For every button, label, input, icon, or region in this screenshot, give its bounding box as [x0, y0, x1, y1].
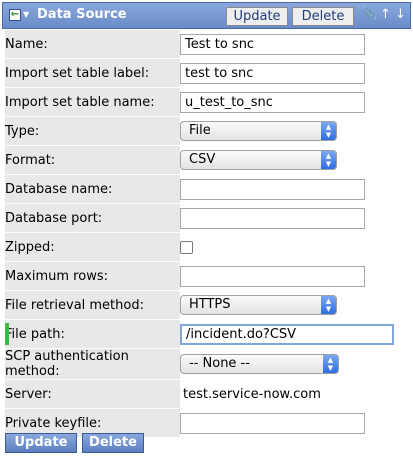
form-row-database-name: Database name:: [5, 174, 407, 204]
import-set-table-name-label: Import set table name:: [5, 94, 155, 110]
form-row-database-port: Database port:: [5, 203, 407, 233]
form-row-scp-authentication-method: SCP authentication method: -- None -- ▲ ▼: [5, 348, 407, 380]
select-arrows-icon: ▲ ▼: [323, 355, 338, 373]
format-select-value: CSV: [189, 152, 216, 167]
private-keyfile-label: Private keyfile:: [5, 415, 102, 431]
server-value: test.service-now.com: [183, 386, 321, 402]
select-arrows-icon: ▲ ▼: [321, 122, 336, 140]
form-title: Data Source: [37, 7, 127, 22]
type-select[interactable]: File ▲ ▼: [180, 121, 337, 141]
back-arrow-icon[interactable]: ←: [9, 9, 21, 21]
form-row-name: Name:: [5, 30, 407, 59]
scp-authentication-method-select-value: -- None --: [189, 356, 250, 371]
form-row-zipped: Zipped:: [5, 232, 407, 262]
select-arrows-icon: ▲ ▼: [321, 296, 336, 314]
server-label: Server:: [5, 386, 52, 402]
private-keyfile-input[interactable]: [180, 412, 365, 434]
scp-authentication-method-label: SCP authentication method:: [5, 349, 129, 379]
import-set-table-label-input[interactable]: [180, 62, 365, 84]
file-retrieval-method-select[interactable]: HTTPS ▲ ▼: [180, 295, 337, 315]
form-row-file-retrieval-method: File retrieval method: HTTPS ▲ ▼: [5, 290, 407, 320]
mandatory-indicator: [5, 323, 9, 345]
next-record-arrow-icon[interactable]: ↓: [395, 7, 406, 23]
import-set-table-label-label: Import set table label:: [5, 65, 150, 81]
form-row-maximum-rows: Maximum rows:: [5, 261, 407, 291]
context-menu-caret-icon[interactable]: ▼: [23, 9, 33, 21]
data-source-form: Name: Import set table label: Import set…: [5, 30, 407, 438]
file-path-label: File path:: [5, 326, 65, 342]
select-arrows-icon: ▲ ▼: [321, 151, 336, 169]
footer-update-button[interactable]: Update: [5, 433, 77, 453]
file-retrieval-method-select-value: HTTPS: [189, 297, 231, 312]
form-row-server: Server: test.service-now.com: [5, 379, 407, 409]
previous-record-arrow-icon[interactable]: ↑: [380, 7, 391, 23]
name-input[interactable]: [180, 33, 365, 55]
zipped-label: Zipped:: [5, 239, 55, 255]
footer-delete-button[interactable]: Delete: [82, 433, 144, 453]
header-delete-button[interactable]: Delete: [292, 7, 354, 26]
database-name-input[interactable]: [180, 178, 365, 200]
file-retrieval-method-label: File retrieval method:: [5, 297, 144, 313]
import-set-table-name-input[interactable]: [180, 91, 365, 113]
format-select[interactable]: CSV ▲ ▼: [180, 150, 337, 170]
database-port-input[interactable]: [180, 207, 365, 229]
form-row-format: Format: CSV ▲ ▼: [5, 145, 407, 175]
type-label: Type:: [5, 123, 40, 139]
header-update-button[interactable]: Update: [226, 7, 288, 26]
database-port-label: Database port:: [5, 210, 103, 226]
form-header: ← ▼ Data Source Update Delete 📎 ↑ ↓: [2, 2, 411, 29]
zipped-checkbox[interactable]: [180, 240, 193, 254]
format-label: Format:: [5, 152, 56, 168]
database-name-label: Database name:: [5, 181, 113, 197]
file-path-input[interactable]: [180, 323, 394, 345]
form-row-type: Type: File ▲ ▼: [5, 116, 407, 146]
form-row-file-path: File path:: [5, 319, 407, 349]
attachment-paperclip-icon[interactable]: 📎: [361, 7, 377, 23]
maximum-rows-label: Maximum rows:: [5, 268, 108, 284]
form-row-import-set-table-name: Import set table name:: [5, 87, 407, 117]
type-select-value: File: [189, 123, 211, 138]
maximum-rows-input[interactable]: [180, 265, 365, 287]
scp-authentication-method-select[interactable]: -- None -- ▲ ▼: [180, 354, 339, 374]
name-label: Name:: [5, 36, 48, 52]
form-row-import-set-table-label: Import set table label:: [5, 58, 407, 88]
